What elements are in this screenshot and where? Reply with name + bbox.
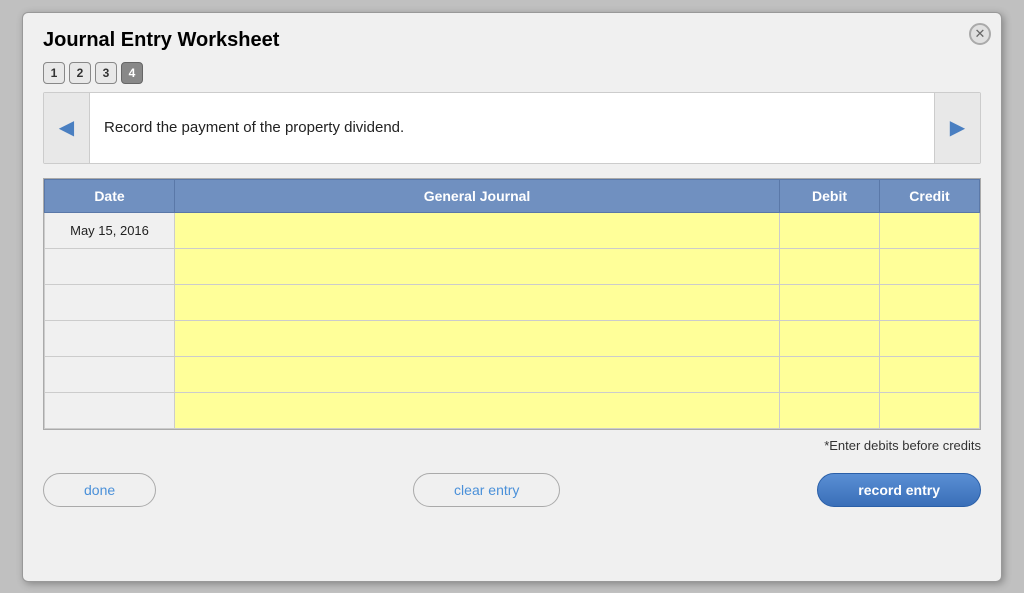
date-cell-1: May 15, 2016 — [45, 212, 175, 248]
debit-cell-2[interactable] — [780, 248, 880, 284]
journal-table: Date General Journal Debit Credit May 15… — [44, 179, 980, 429]
prev-arrow-icon: ◀ — [59, 115, 74, 140]
debit-cell-1[interactable] — [780, 212, 880, 248]
record-entry-button[interactable]: record entry — [817, 473, 981, 507]
date-cell-5 — [45, 356, 175, 392]
instruction-box: ◀ Record the payment of the property div… — [43, 92, 981, 164]
debit-cell-3[interactable] — [780, 284, 880, 320]
credit-cell-2[interactable] — [880, 248, 980, 284]
debit-cell-4[interactable] — [780, 320, 880, 356]
col-header-date: Date — [45, 179, 175, 212]
step-tab-2[interactable]: 2 — [69, 62, 91, 84]
credit-cell-6[interactable] — [880, 392, 980, 428]
step-tabs: 1 2 3 4 — [43, 62, 981, 84]
next-nav-button[interactable]: ▶ — [934, 93, 980, 163]
step-tab-3[interactable]: 3 — [95, 62, 117, 84]
table-row — [45, 356, 980, 392]
table-row — [45, 248, 980, 284]
clear-entry-button[interactable]: clear entry — [413, 473, 560, 507]
prev-nav-button[interactable]: ◀ — [44, 93, 90, 163]
debit-cell-5[interactable] — [780, 356, 880, 392]
debit-cell-6[interactable] — [780, 392, 880, 428]
journal-entry-dialog: ✕ Journal Entry Worksheet 1 2 3 4 ◀ Reco… — [22, 12, 1002, 582]
instruction-text: Record the payment of the property divid… — [90, 93, 934, 163]
step-tab-4[interactable]: 4 — [121, 62, 143, 84]
close-button[interactable]: ✕ — [969, 23, 991, 45]
col-header-credit: Credit — [880, 179, 980, 212]
journal-cell-6[interactable] — [175, 392, 780, 428]
done-button[interactable]: done — [43, 473, 156, 507]
credit-cell-3[interactable] — [880, 284, 980, 320]
journal-cell-3[interactable] — [175, 284, 780, 320]
journal-cell-4[interactable] — [175, 320, 780, 356]
date-cell-2 — [45, 248, 175, 284]
credit-cell-1[interactable] — [880, 212, 980, 248]
table-row: May 15, 2016 — [45, 212, 980, 248]
hint-text: *Enter debits before credits — [43, 434, 981, 463]
col-header-journal: General Journal — [175, 179, 780, 212]
journal-cell-1[interactable] — [175, 212, 780, 248]
col-header-debit: Debit — [780, 179, 880, 212]
step-tab-1[interactable]: 1 — [43, 62, 65, 84]
journal-table-container: Date General Journal Debit Credit May 15… — [43, 178, 981, 430]
date-cell-6 — [45, 392, 175, 428]
credit-cell-4[interactable] — [880, 320, 980, 356]
button-row: done clear entry record entry — [43, 473, 981, 507]
journal-cell-5[interactable] — [175, 356, 780, 392]
table-row — [45, 320, 980, 356]
table-row — [45, 392, 980, 428]
credit-cell-5[interactable] — [880, 356, 980, 392]
next-arrow-icon: ▶ — [950, 115, 965, 140]
date-cell-3 — [45, 284, 175, 320]
date-cell-4 — [45, 320, 175, 356]
dialog-title: Journal Entry Worksheet — [43, 29, 981, 52]
table-row — [45, 284, 980, 320]
journal-cell-2[interactable] — [175, 248, 780, 284]
